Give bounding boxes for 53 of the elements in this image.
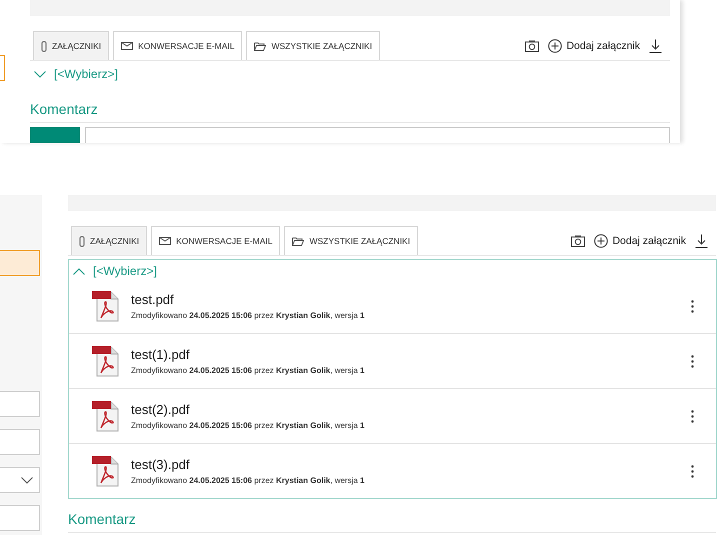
input-field[interactable] [0, 55, 5, 81]
folder-icon [292, 236, 304, 246]
file-meta: Zmodyfikowano 24.05.2025 15:06 przez Krystian Golik, wersja 1 [131, 476, 366, 485]
add-attachment-button[interactable]: Dodaj załącznik [548, 38, 640, 52]
envelope-icon [121, 42, 134, 50]
plus-circle-icon [548, 38, 562, 52]
tab[interactable]: KONWERSACJE E-MAIL [113, 31, 242, 60]
folder-icon [254, 42, 266, 50]
tab[interactable]: WSZYSTKIE ZAŁĄCZNIKI [246, 31, 380, 60]
more-vertical-icon [691, 410, 694, 422]
envelope-icon [159, 237, 172, 245]
download-icon[interactable] [695, 234, 708, 248]
file-meta: Zmodyfikowano 24.05.2025 15:06 przez Krystian Golik, wersja 1 [131, 311, 366, 320]
input-field[interactable] [0, 250, 40, 276]
plus-circle-icon [594, 234, 608, 248]
chevron-down-icon [21, 476, 33, 484]
file-meta: Zmodyfikowano 24.05.2025 15:06 przez Krystian Golik, wersja 1 [131, 421, 366, 430]
more-vertical-icon [691, 300, 694, 312]
file-name[interactable]: test.pdf [131, 292, 689, 307]
add-attachment-button[interactable]: Dodaj załącznik [594, 234, 686, 248]
more-button[interactable] [689, 298, 696, 314]
input-field[interactable] [0, 505, 40, 531]
chevron-down-icon [34, 70, 46, 78]
picker-toggle[interactable]: [<Wybierz>] [30, 61, 122, 87]
pdf-file-icon [91, 400, 121, 432]
pdf-file-icon [91, 455, 121, 487]
camera-icon[interactable] [571, 234, 586, 246]
file-meta: Zmodyfikowano 24.05.2025 15:06 przez Krystian Golik, wersja 1 [131, 366, 366, 375]
input-field[interactable] [0, 391, 40, 417]
comment-title: Komentarz [68, 511, 136, 527]
more-button[interactable] [689, 462, 696, 480]
file-name[interactable]: test(1).pdf [131, 347, 689, 362]
tab[interactable]: ZAŁĄCZNIKI [71, 226, 148, 255]
more-vertical-icon [691, 464, 694, 478]
more-button[interactable] [689, 352, 696, 370]
camera-icon[interactable] [525, 40, 540, 52]
chevron-up-icon [73, 268, 85, 274]
tab[interactable]: WSZYSTKIE ZAŁĄCZNIKI [284, 226, 418, 255]
tab[interactable]: ZAŁĄCZNIKI [33, 31, 110, 60]
comment-title: Komentarz [30, 101, 98, 117]
input-field[interactable] [0, 429, 40, 455]
paperclip-icon [79, 236, 85, 246]
more-vertical-icon [691, 354, 694, 368]
picker-toggle[interactable]: [<Wybierz>] [69, 260, 161, 279]
paperclip-icon [41, 40, 47, 52]
download-icon[interactable] [649, 38, 662, 52]
dropdown-field[interactable] [0, 467, 40, 493]
more-button[interactable] [689, 408, 696, 424]
tab[interactable]: KONWERSACJE E-MAIL [151, 226, 280, 255]
file-name[interactable]: test(3).pdf [131, 457, 689, 472]
pdf-file-icon [91, 345, 121, 377]
file-name[interactable]: test(2).pdf [131, 402, 689, 417]
pdf-file-icon [91, 290, 121, 322]
